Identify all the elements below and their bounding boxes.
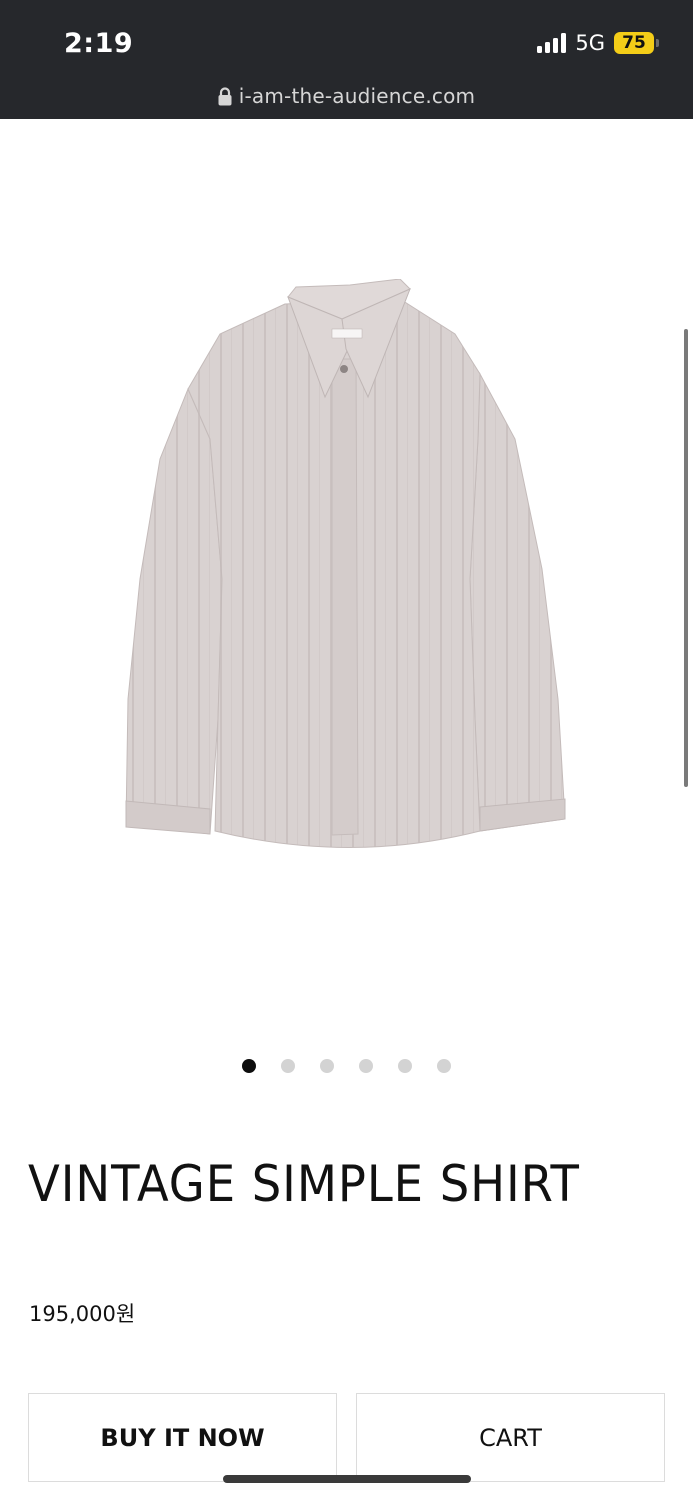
home-indicator[interactable] <box>223 1475 471 1483</box>
browser-top-bar: 2:19 5G 75 i-am-the-audience.com <box>0 0 693 119</box>
product-image[interactable] <box>110 279 590 869</box>
pagination-dot-6[interactable] <box>437 1059 451 1073</box>
battery-level: 75 <box>614 32 654 54</box>
pagination-dot-2[interactable] <box>281 1059 295 1073</box>
status-time: 2:19 <box>64 28 134 59</box>
battery-icon: 75 <box>614 32 659 54</box>
scrollbar[interactable] <box>684 329 688 787</box>
gallery-pagination <box>0 1059 693 1073</box>
pagination-dot-4[interactable] <box>359 1059 373 1073</box>
product-title: VINTAGE SIMPLE SHIRT <box>28 1155 580 1213</box>
url-bar[interactable]: i-am-the-audience.com <box>0 84 693 108</box>
lock-icon <box>218 86 232 105</box>
product-image-gallery[interactable] <box>0 119 693 1034</box>
network-type: 5G <box>575 31 605 55</box>
url-text: i-am-the-audience.com <box>238 84 476 108</box>
product-price: 195,000원 <box>29 1302 136 1326</box>
buy-now-button[interactable]: BUY IT NOW <box>28 1393 337 1482</box>
status-indicators: 5G 75 <box>537 31 659 55</box>
pagination-dot-5[interactable] <box>398 1059 412 1073</box>
signal-icon <box>537 33 567 53</box>
pagination-dot-1[interactable] <box>242 1059 256 1073</box>
pagination-dot-3[interactable] <box>320 1059 334 1073</box>
cart-button[interactable]: CART <box>356 1393 665 1482</box>
